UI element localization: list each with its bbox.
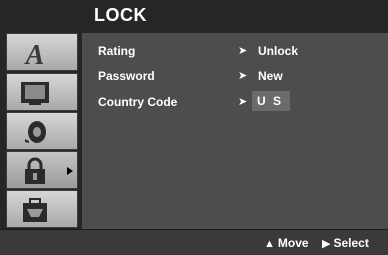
country-code-field[interactable]: U S — [252, 91, 290, 111]
padlock-icon — [15, 156, 55, 186]
play-triangle-icon: ▶︎ — [322, 238, 331, 250]
arrow-right-icon: ➤ — [238, 45, 248, 57]
lock-setup-screen: LOCK A Rating ➤ Unlock Password ➤ New Co… — [0, 0, 388, 255]
tab-display[interactable] — [6, 73, 78, 111]
setting-value-country-code: U S — [257, 94, 284, 108]
settings-panel: Rating ➤ Unlock Password ➤ New Country C… — [82, 33, 388, 229]
select-hint-label: Select — [333, 236, 369, 250]
tv-screen-icon — [15, 78, 55, 108]
move-hint-label: Move — [277, 236, 309, 250]
move-hint: ▲︎ Move — [264, 236, 309, 250]
tab-others[interactable] — [6, 190, 78, 228]
arrow-right-icon: ➤ — [238, 96, 248, 108]
menu-title: LOCK — [94, 5, 147, 25]
setting-label-password: Password — [98, 69, 155, 83]
tab-language[interactable]: A — [6, 33, 78, 71]
speaker-icon — [15, 117, 55, 147]
tab-audio[interactable] — [6, 112, 78, 150]
setting-label-country-code: Country Code — [98, 95, 178, 109]
up-down-arrows-icon: ▲︎ — [264, 238, 275, 250]
letter-a-glyph: A — [24, 40, 45, 68]
letter-a-icon: A — [15, 38, 55, 68]
arrow-right-icon: ➤ — [238, 70, 248, 82]
category-tab-rail: A — [6, 33, 80, 229]
select-hint: ▶︎ Select — [322, 236, 369, 250]
tab-lock[interactable] — [6, 151, 78, 189]
briefcase-icon — [15, 195, 55, 225]
setting-value-password[interactable]: New — [258, 69, 283, 83]
setting-label-rating: Rating — [98, 44, 136, 58]
selected-tab-arrow-icon — [67, 167, 73, 175]
footer-hint-bar: ▲︎ Move ▶︎ Select — [0, 229, 388, 255]
setting-value-rating[interactable]: Unlock — [258, 44, 298, 58]
